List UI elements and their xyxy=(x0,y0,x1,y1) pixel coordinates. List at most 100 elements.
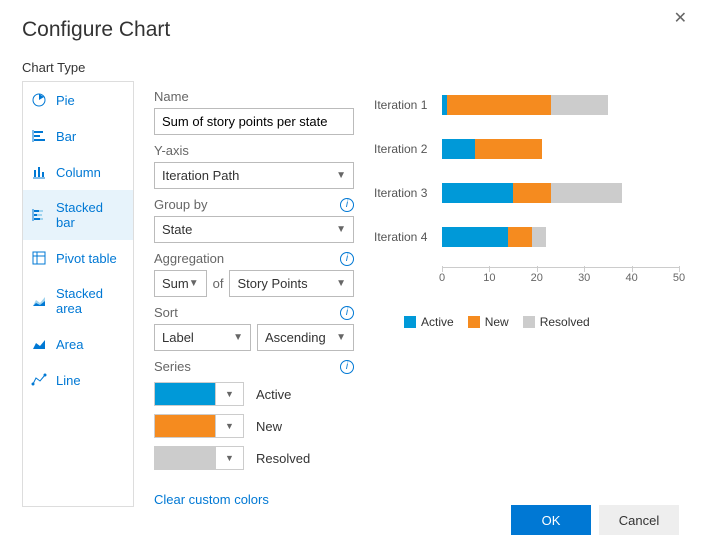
bar-segment xyxy=(442,227,508,247)
bar-v-icon xyxy=(31,164,47,180)
info-icon[interactable]: i xyxy=(340,252,354,266)
legend-swatch xyxy=(523,316,535,328)
chevron-down-icon: ▼ xyxy=(336,170,346,181)
area-icon xyxy=(31,336,47,352)
bar-segment xyxy=(508,227,532,247)
group-by-label: Group by xyxy=(154,197,207,212)
chart-type-stacked-area[interactable]: Stacked area xyxy=(23,276,133,326)
bar-segment xyxy=(513,183,551,203)
cancel-button[interactable]: Cancel xyxy=(599,505,679,535)
axis-tick-label: 10 xyxy=(483,272,495,284)
close-button[interactable]: ✕ xyxy=(674,8,687,28)
series-color-dropdown[interactable]: ▼ xyxy=(216,382,244,406)
bar-segment xyxy=(442,139,475,159)
bar-segment xyxy=(532,227,546,247)
chart-type-area[interactable]: Area xyxy=(23,326,133,362)
bar-segment xyxy=(551,183,622,203)
chart-preview: Iteration 1 Iteration 2 Iteration 3 Iterati… xyxy=(374,81,679,507)
chart-type-line[interactable]: Line xyxy=(23,362,133,398)
chart-type-stacked-bar[interactable]: Stacked bar xyxy=(23,190,133,240)
chart-type-bar[interactable]: Bar xyxy=(23,118,133,154)
name-label: Name xyxy=(154,89,189,104)
series-row: ▼Active xyxy=(154,382,354,406)
chart-type-label: Chart Type xyxy=(22,60,679,75)
series-color-swatch[interactable] xyxy=(154,446,216,470)
chart-type-label: Pivot table xyxy=(56,251,117,266)
legend-label: Resolved xyxy=(540,315,590,329)
legend-swatch xyxy=(468,316,480,328)
axis-tick-label: 20 xyxy=(531,272,543,284)
chart-type-label: Stacked bar xyxy=(56,200,125,230)
chevron-down-icon: ▼ xyxy=(233,332,243,343)
chevron-down-icon: ▼ xyxy=(336,332,346,343)
chart-bar-row: Iteration 3 xyxy=(374,183,679,203)
chart-type-list: Pie Bar Column Stacked bar Pivot table Stacke… xyxy=(22,81,134,507)
series-color-dropdown[interactable]: ▼ xyxy=(216,446,244,470)
chart-type-label: Bar xyxy=(56,129,76,144)
close-icon: ✕ xyxy=(674,10,687,27)
chart-bar-row: Iteration 4 xyxy=(374,227,679,247)
pivot-icon xyxy=(31,250,47,266)
chevron-down-icon: ▼ xyxy=(336,278,346,289)
sort-field-select[interactable]: Label▼ xyxy=(154,324,251,351)
series-name-label: New xyxy=(256,419,282,434)
y-axis-label: Y-axis xyxy=(154,143,189,158)
info-icon[interactable]: i xyxy=(340,198,354,212)
chart-type-label: Stacked area xyxy=(56,286,125,316)
chevron-down-icon: ▼ xyxy=(336,224,346,235)
series-row: ▼ Resolved xyxy=(154,446,354,470)
dialog-title: Configure Chart xyxy=(22,18,679,42)
sort-label: Sort xyxy=(154,305,178,320)
chart-type-column[interactable]: Column xyxy=(23,154,133,190)
chart-type-pivot-table[interactable]: Pivot table xyxy=(23,240,133,276)
axis-tick-label: 40 xyxy=(625,272,637,284)
legend-item: Active xyxy=(404,315,454,329)
chart-bar-row: Iteration 1 xyxy=(374,95,679,115)
aggregation-field-select[interactable]: Story Points▼ xyxy=(229,270,354,297)
legend-label: New xyxy=(485,315,509,329)
series-color-swatch[interactable] xyxy=(154,414,216,438)
chevron-down-icon: ▼ xyxy=(225,389,234,399)
legend-label: Active xyxy=(421,315,454,329)
series-label: Series xyxy=(154,359,191,374)
chart-type-label: Column xyxy=(56,165,101,180)
series-name-label: Resolved xyxy=(256,451,310,466)
axis-tick-label: 30 xyxy=(578,272,590,284)
axis-tick-label: 0 xyxy=(439,272,445,284)
chevron-down-icon: ▼ xyxy=(225,453,234,463)
y-axis-select[interactable]: Iteration Path▼ xyxy=(154,162,354,189)
chart-type-label: Line xyxy=(56,373,81,388)
name-input[interactable] xyxy=(154,108,354,135)
chevron-down-icon: ▼ xyxy=(225,421,234,431)
legend-swatch xyxy=(404,316,416,328)
clear-colors-link[interactable]: Clear custom colors xyxy=(154,492,354,507)
bar-segment xyxy=(475,139,541,159)
chevron-down-icon: ▼ xyxy=(189,278,199,289)
axis-tick-label: 50 xyxy=(673,272,685,284)
series-color-dropdown[interactable]: ▼ xyxy=(216,414,244,438)
info-icon[interactable]: i xyxy=(340,360,354,374)
bar-category-label: Iteration 1 xyxy=(374,98,442,112)
of-label: of xyxy=(213,276,224,291)
chart-type-pie[interactable]: Pie xyxy=(23,82,133,118)
chart-type-label: Pie xyxy=(56,93,75,108)
bar-segment xyxy=(551,95,608,115)
bar-category-label: Iteration 2 xyxy=(374,142,442,156)
chart-type-label: Area xyxy=(56,337,83,352)
info-icon[interactable]: i xyxy=(340,306,354,320)
pie-icon xyxy=(31,92,47,108)
series-color-swatch[interactable] xyxy=(154,382,216,406)
group-by-select[interactable]: State▼ xyxy=(154,216,354,243)
aggregation-func-select[interactable]: Sum▼ xyxy=(154,270,207,297)
stacked-bar-icon xyxy=(31,207,47,223)
bar-category-label: Iteration 4 xyxy=(374,230,442,244)
legend-item: Resolved xyxy=(523,315,590,329)
ok-button[interactable]: OK xyxy=(511,505,591,535)
legend-item: New xyxy=(468,315,509,329)
line-icon xyxy=(31,372,47,388)
series-row: ▼ New xyxy=(154,414,354,438)
bar-category-label: Iteration 3 xyxy=(374,186,442,200)
sort-dir-select[interactable]: Ascending▼ xyxy=(257,324,354,351)
stacked-area-icon xyxy=(31,293,47,309)
bar-segment xyxy=(442,183,513,203)
